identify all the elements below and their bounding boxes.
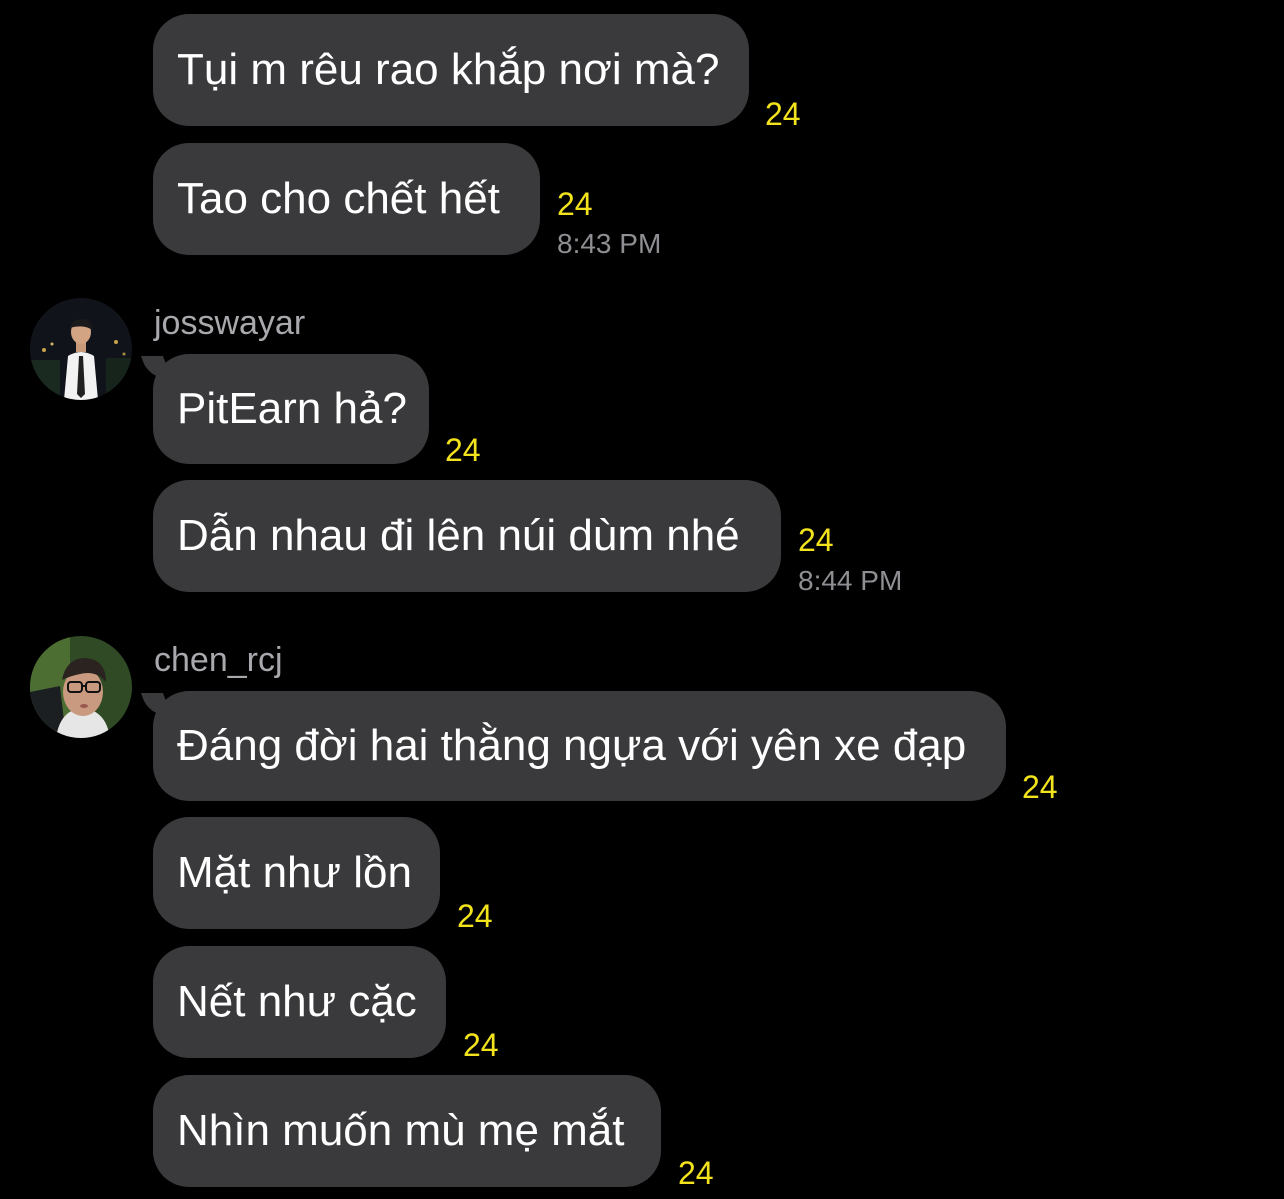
message-text: Dẫn nhau đi lên núi dùm nhé	[177, 511, 740, 560]
message-text: Tao cho chết hết	[177, 174, 500, 223]
reaction-badge: 24	[463, 1027, 499, 1063]
message-text: PitEarn hả?	[177, 384, 407, 433]
reaction-badge: 24	[557, 186, 593, 222]
sender-username: josswayar	[154, 304, 306, 342]
message-bubble[interactable]: Tụi m rêu rao khắp nơi mà?	[153, 14, 749, 126]
avatar-chen_rcj[interactable]	[30, 636, 132, 738]
reaction-badge: 24	[1022, 769, 1058, 805]
reaction-badge: 24	[765, 96, 801, 132]
sender-username: chen_rcj	[154, 641, 283, 679]
message-text: Đáng đời hai thằng ngựa với yên xe đạp	[177, 721, 967, 770]
message-bubble[interactable]: Nhìn muốn mù mẹ mắt	[153, 1075, 661, 1187]
message-text: Mặt như lồn	[177, 848, 412, 897]
message-bubble[interactable]: Dẫn nhau đi lên núi dùm nhé	[153, 480, 781, 592]
reaction-badge: 24	[457, 898, 493, 934]
message-text: Nhìn muốn mù mẹ mắt	[177, 1106, 625, 1155]
message-text: Tụi m rêu rao khắp nơi mà?	[177, 45, 720, 94]
reaction-badge: 24	[678, 1155, 714, 1191]
message-bubble[interactable]: PitEarn hả?	[153, 354, 429, 464]
message-text: Nết như cặc	[177, 977, 417, 1026]
message-timestamp: 8:44 PM	[798, 565, 903, 596]
message-timestamp: 8:43 PM	[557, 228, 662, 259]
avatar-josswayar[interactable]	[30, 298, 132, 400]
message-bubble[interactable]: Nết như cặc	[153, 946, 446, 1058]
reaction-badge: 24	[798, 522, 834, 558]
message-bubble[interactable]: Đáng đời hai thằng ngựa với yên xe đạp	[153, 691, 1006, 801]
message-bubble[interactable]: Mặt như lồn	[153, 817, 440, 929]
reaction-badge: 24	[445, 432, 481, 468]
chat-thread: Tụi m rêu rao khắp nơi mà? 24 Tao cho ch…	[0, 0, 1284, 1199]
message-bubble[interactable]: Tao cho chết hết	[153, 143, 540, 255]
